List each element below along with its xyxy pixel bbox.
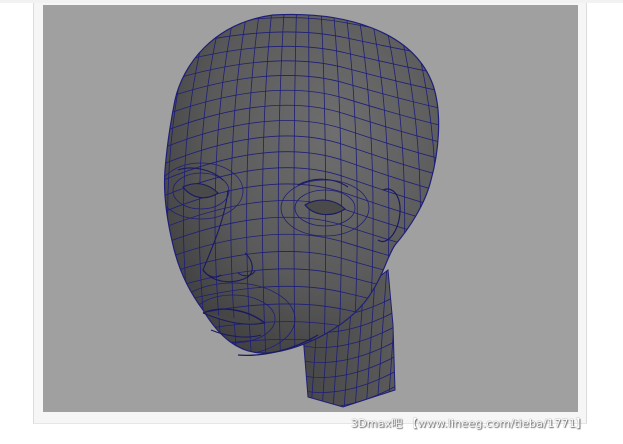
- page: 3Dmax吧 【www.lineeg.com/tieba/1771】: [0, 0, 623, 444]
- head-mesh: [120, 5, 484, 365]
- 3d-viewport[interactable]: [43, 5, 578, 412]
- mesh-column-line: [120, 5, 163, 365]
- head-wireframe-model: [120, 5, 484, 408]
- mesh-column-line: [442, 5, 484, 365]
- mesh-column-line: [429, 14, 439, 354]
- watermark-text: 3Dmax吧 【www.lineeg.com/tieba/1771】: [350, 417, 587, 430]
